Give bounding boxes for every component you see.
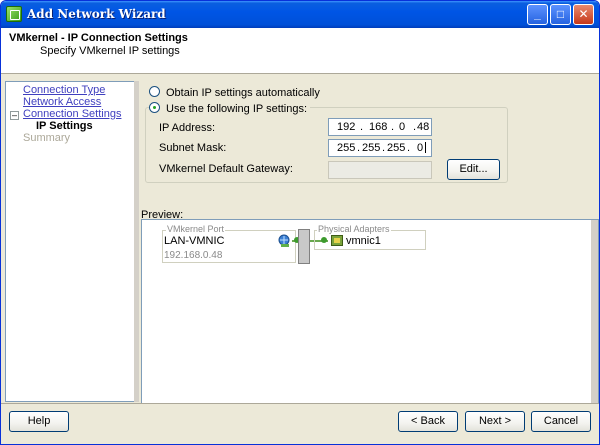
minimize-button[interactable]: _ [527,4,548,25]
obtain-ip-auto-option[interactable]: Obtain IP settings automatically [149,86,320,99]
nav-step-summary: Summary [23,132,71,144]
subnet-mask-input[interactable]: 255 . 255 . 255 . 0 [328,139,432,157]
nav-scrollbar[interactable] [134,81,139,402]
ip-octet-4[interactable]: 48 [417,121,429,133]
gateway-label: VMkernel Default Gateway: [159,163,293,175]
footer-separator [1,403,599,404]
title-bar[interactable]: Add Network Wizard _ □ ✕ [1,1,599,28]
ip-octet-2[interactable]: 168 [369,121,387,133]
wizard-steps-nav: Connection Type Network Access – Connect… [5,81,137,402]
ip-dot-3: . [413,121,417,133]
vmkernel-port-legend: VMkernel Port [166,224,226,234]
port-ip: 192.168.0.48 [164,250,223,261]
mask-octet-3[interactable]: 255 [387,142,405,154]
mask-dot-1: . [357,142,361,154]
add-network-wizard-window: Add Network Wizard _ □ ✕ VMkernel - IP C… [0,0,600,445]
collapse-toggle-icon[interactable]: – [10,111,19,120]
obtain-ip-auto-radio[interactable] [149,86,160,97]
close-button[interactable]: ✕ [573,4,594,25]
ip-address-label: IP Address: [159,122,216,134]
vmkernel-network-icon [278,234,290,247]
use-following-ip-option[interactable]: Use the following IP settings: [149,102,311,115]
page-title: VMkernel - IP Connection Settings [9,32,188,44]
use-following-ip-label: Use the following IP settings: [166,103,308,115]
use-following-ip-radio[interactable] [149,102,160,113]
ip-octet-3[interactable]: 0 [394,121,410,133]
adapter-name: vmnic1 [346,235,381,247]
mask-octet-1[interactable]: 255 [337,142,355,154]
ip-octet-1[interactable]: 192 [337,121,355,133]
wizard-app-icon [6,6,22,22]
nav-step-connection-type[interactable]: Connection Type [23,84,105,96]
next-button[interactable]: Next > [465,411,525,432]
nic-icon [331,235,343,246]
port-name: LAN-VMNIC [164,235,225,247]
text-caret [425,142,426,153]
mask-octet-4[interactable]: 0 [417,142,423,154]
back-button[interactable]: < Back [398,411,458,432]
window-title: Add Network Wizard [27,7,166,21]
physical-adapters-legend: Physical Adapters [317,224,391,234]
help-button[interactable]: Help [9,411,69,432]
maximize-button[interactable]: □ [550,4,571,25]
subnet-mask-label: Subnet Mask: [159,142,227,154]
vswitch-bar [298,229,310,264]
mask-dot-3: . [407,142,411,154]
nav-step-connection-settings[interactable]: Connection Settings [23,108,121,120]
ip-dot-1: . [360,121,364,133]
edit-gateway-button[interactable]: Edit... [447,159,500,180]
wizard-header: VMkernel - IP Connection Settings Specif… [1,28,599,74]
nav-step-network-access[interactable]: Network Access [23,96,101,108]
ip-address-input[interactable]: 192 . 168 . 0 . 48 [328,118,432,136]
cancel-button[interactable]: Cancel [531,411,591,432]
mask-octet-2[interactable]: 255 [362,142,380,154]
nav-step-ip-settings: IP Settings [36,120,93,132]
gateway-input [328,161,432,179]
obtain-ip-auto-label: Obtain IP settings automatically [166,87,320,99]
mask-dot-2: . [382,142,386,154]
page-subtitle: Specify VMkernel IP settings [40,45,180,57]
preview-scrollbar[interactable] [591,220,598,403]
